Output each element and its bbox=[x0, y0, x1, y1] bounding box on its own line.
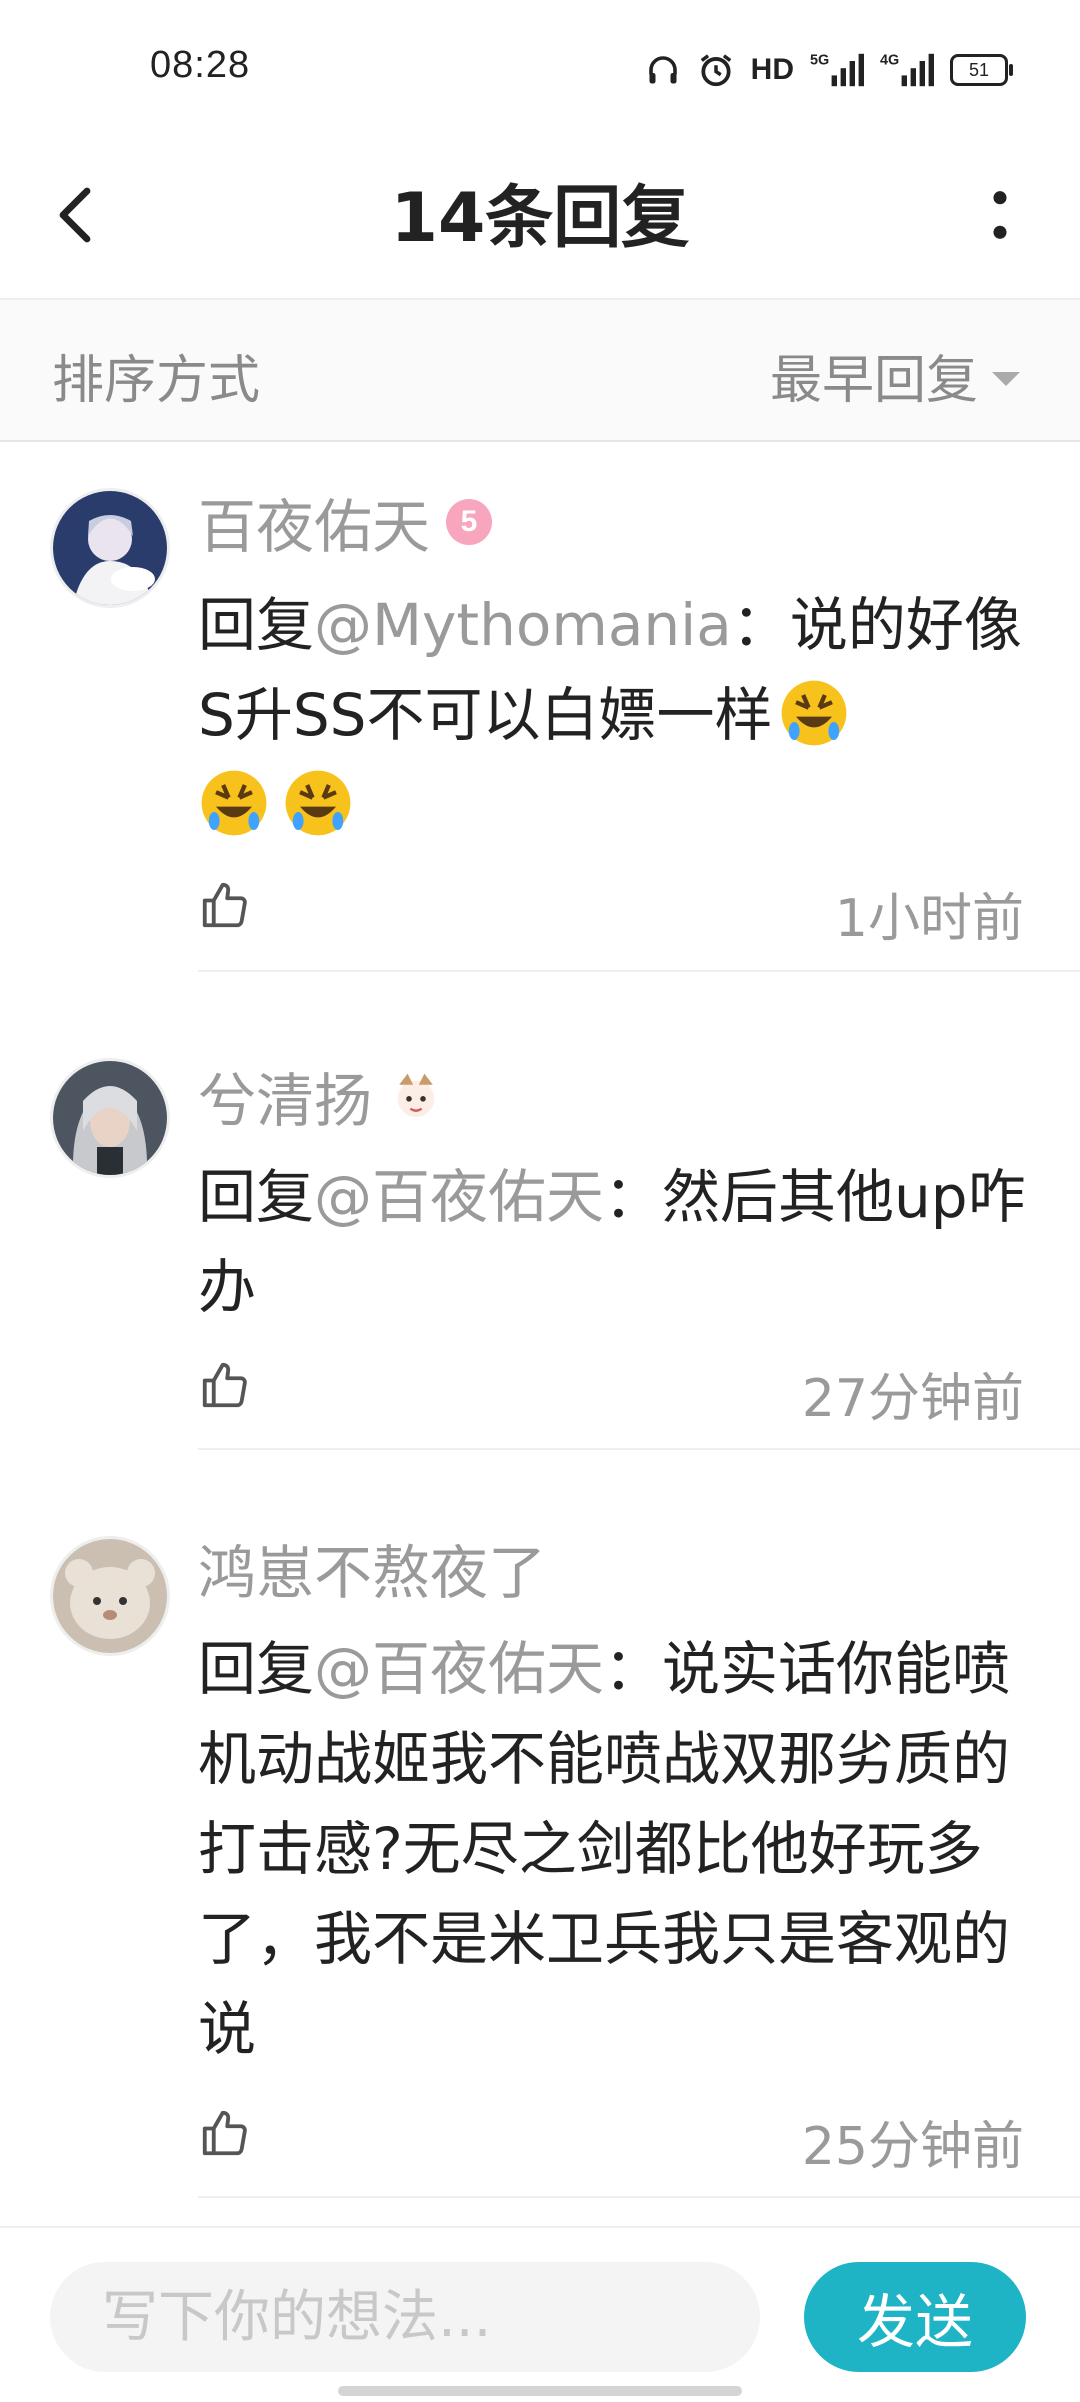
sort-selected-value: 最早回复 bbox=[769, 351, 978, 411]
headphones-icon bbox=[645, 52, 681, 88]
signal-4g-icon: 4G bbox=[880, 50, 934, 90]
reply-username[interactable]: 兮清扬 bbox=[198, 1054, 444, 1138]
send-button[interactable]: 发送 bbox=[804, 2262, 1026, 2372]
reply-prefix: 回复 bbox=[198, 1163, 315, 1231]
reply-content: 回复@百夜佑天：说实话你能喷机动战姬我不能喷战双那劣质的打击感?无尽之剑都比他好… bbox=[198, 1624, 1028, 2074]
comment-input[interactable] bbox=[50, 2262, 760, 2372]
divider bbox=[198, 1448, 1080, 1450]
username-text: 兮清扬 bbox=[198, 1067, 373, 1135]
home-indicator[interactable] bbox=[338, 2386, 742, 2396]
battery-level: 51 bbox=[968, 59, 990, 80]
reply-prefix: 回复 bbox=[198, 591, 315, 659]
svg-text:5G: 5G bbox=[810, 53, 829, 69]
level-badge: 5 bbox=[446, 499, 493, 545]
svg-text:4G: 4G bbox=[880, 53, 899, 69]
thumbs-up-icon[interactable] bbox=[198, 2106, 252, 2160]
avatar[interactable] bbox=[50, 1536, 170, 1656]
thumbs-up-icon[interactable] bbox=[198, 1358, 252, 1412]
mention-link[interactable]: @Mythomania bbox=[314, 591, 732, 659]
username-text: 百夜佑天 bbox=[198, 493, 431, 561]
reply-composer: 发送 bbox=[0, 2226, 1080, 2402]
status-icons: HD 5G 4G 51 bbox=[645, 48, 1013, 92]
reply-time: 1小时前 bbox=[834, 889, 1024, 949]
alarm-icon bbox=[697, 51, 735, 89]
avatar[interactable] bbox=[50, 488, 170, 608]
sort-label: 排序方式 bbox=[52, 351, 261, 411]
mascot-badge-icon bbox=[397, 1073, 435, 1117]
mention-link[interactable]: @百夜佑天 bbox=[314, 1635, 604, 1703]
reply-username[interactable]: 鸿崽不熬夜了 bbox=[198, 1526, 546, 1610]
reply-time: 25分钟前 bbox=[801, 2117, 1024, 2177]
sort-bar: 排序方式 最早回复 bbox=[0, 300, 1080, 442]
divider bbox=[198, 970, 1080, 972]
status-time: 08:28 bbox=[150, 44, 251, 86]
page-title: 14条回复 bbox=[390, 179, 690, 258]
reply-username[interactable]: 百夜佑天 5 bbox=[198, 480, 493, 564]
page-header: 14条回复 bbox=[0, 140, 1080, 300]
hd-icon: HD bbox=[750, 53, 794, 86]
sort-dropdown[interactable]: 最早回复 bbox=[770, 338, 1020, 413]
more-options-button[interactable] bbox=[970, 170, 1030, 260]
reply-content: 回复@Mythomania：说的好像S升SS不可以白嫖一样 bbox=[198, 580, 1028, 850]
rofl-emoji-icon bbox=[201, 770, 267, 836]
status-bar: 08:28 HD 5G 4G 51 bbox=[0, 0, 1080, 140]
avatar[interactable] bbox=[50, 1058, 170, 1178]
caret-down-icon bbox=[992, 371, 1020, 386]
rofl-emoji-icon bbox=[285, 770, 351, 836]
username-text: 鸿崽不熬夜了 bbox=[198, 1539, 547, 1607]
reply-time: 27分钟前 bbox=[801, 1369, 1024, 1429]
signal-5g-icon: 5G bbox=[810, 50, 864, 90]
more-vertical-icon bbox=[993, 191, 1007, 239]
reply-content: 回复@百夜佑天：然后其他up咋办 bbox=[198, 1152, 1028, 1332]
rofl-emoji-icon bbox=[782, 680, 847, 746]
battery-icon: 51 bbox=[950, 54, 1013, 86]
divider bbox=[198, 2196, 1080, 2198]
thumbs-up-icon[interactable] bbox=[198, 878, 252, 932]
reply-prefix: 回复 bbox=[198, 1635, 315, 1703]
mention-link[interactable]: @百夜佑天 bbox=[314, 1163, 604, 1231]
